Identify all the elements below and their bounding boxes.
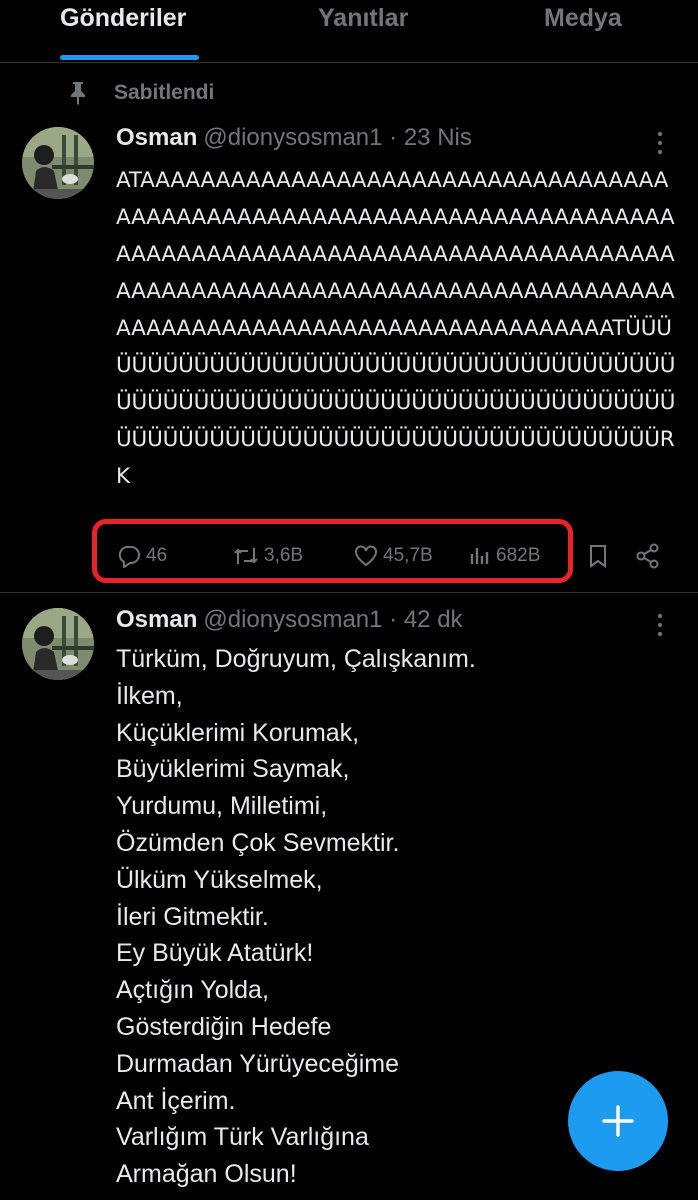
author-name[interactable]: Osman <box>116 606 197 633</box>
tweet-header: Osman @dionysosman1 · 23 Nis <box>116 124 472 152</box>
active-tab-indicator <box>60 55 199 60</box>
bookmark-button[interactable] <box>586 538 614 574</box>
pinned-label: Sabitlendi <box>114 81 215 104</box>
author-handle-time[interactable]: @dionysosman1 · 23 Nis <box>203 124 471 151</box>
tweet-header: Osman @dionysosman1 · 42 dk <box>116 606 463 634</box>
author-handle-time[interactable]: @dionysosman1 · 42 dk <box>203 606 462 633</box>
more-icon[interactable] <box>657 132 663 159</box>
red-highlight-annotation <box>92 519 573 583</box>
more-icon[interactable] <box>657 614 663 641</box>
tab-replies[interactable]: Yanıtlar <box>318 4 408 33</box>
avatar[interactable] <box>22 608 94 680</box>
tab-posts[interactable]: Gönderiler <box>60 4 186 33</box>
pin-icon <box>71 82 85 105</box>
compose-button[interactable] <box>568 1071 668 1171</box>
tab-media[interactable]: Medya <box>544 4 622 33</box>
avatar[interactable] <box>22 127 94 199</box>
tweet-text: ATAAAAAAAAAAAAAAAAAAAAAAAAAAAAAAAAAAAAAA… <box>116 168 676 489</box>
author-name[interactable]: Osman <box>116 124 197 151</box>
profile-tabs: Gönderiler Yanıtlar Medya <box>0 0 698 63</box>
share-button[interactable] <box>634 538 666 574</box>
share-icon <box>636 543 659 569</box>
pinned-indicator: Sabitlendi <box>66 80 214 106</box>
compose-plus-icon <box>602 1105 634 1137</box>
tweet-divider <box>0 592 698 593</box>
bookmark-icon <box>590 545 606 568</box>
